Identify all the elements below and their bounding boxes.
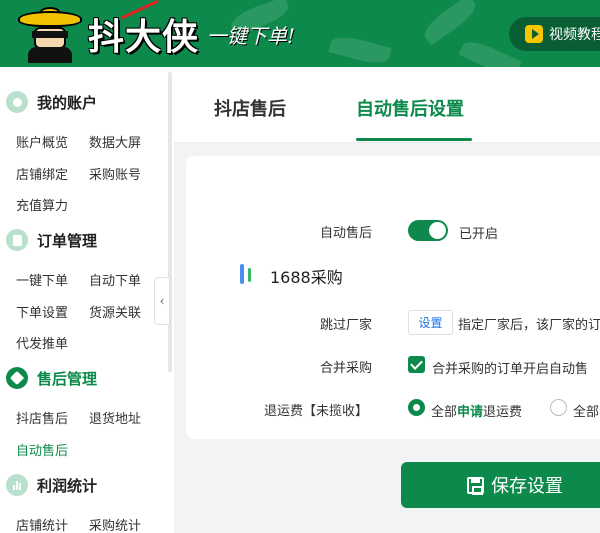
- auto-aftersale-status: 已开启: [459, 227, 499, 242]
- sidebar-group-label: 售后管理: [37, 369, 98, 388]
- logo-text: 抖大侠: [88, 16, 200, 58]
- sidebar-group-profit[interactable]: 利润统计: [6, 474, 97, 496]
- sidebar-collapse-button[interactable]: ‹: [154, 277, 170, 325]
- sidebar-item-shop-binding[interactable]: 店铺绑定: [16, 164, 68, 183]
- merge-purchase-label: 合并采购: [320, 361, 373, 376]
- skip-vendor-description: 指定厂家后，该厂家的订: [458, 318, 600, 333]
- order-icon: [6, 229, 28, 251]
- sidebar-item-data-screen[interactable]: 数据大屏: [89, 132, 141, 151]
- save-settings-label: 保存设置: [491, 476, 563, 497]
- settings-card: [186, 156, 600, 439]
- user-icon: [6, 91, 28, 113]
- sidebar-item-purchase-stats[interactable]: 采购统计: [89, 515, 141, 533]
- section-title-1688: 1688采购: [270, 268, 343, 287]
- app-window: 抖大侠 一键下单! 视频教程 我的账户 账户概览 数据大屏 店铺绑定 采购账号 …: [0, 0, 600, 533]
- merge-purchase-description: 合并采购的订单开启自动售: [432, 362, 589, 377]
- sidebar-item-return-address[interactable]: 退货地址: [89, 408, 141, 427]
- sidebar-item-account-overview[interactable]: 账户概览: [16, 132, 68, 151]
- tab-shop-aftersale[interactable]: 抖店售后: [214, 95, 286, 121]
- section-marker: [240, 264, 244, 284]
- save-disk-icon: [467, 476, 484, 495]
- auto-aftersale-toggle[interactable]: [408, 220, 448, 241]
- sidebar-item-dropship-push[interactable]: 代发推单: [16, 333, 68, 352]
- section-marker: [248, 268, 251, 282]
- chevron-left-icon: ‹: [159, 294, 165, 308]
- sidebar-item-auto-aftersale[interactable]: 自动售后: [16, 440, 68, 459]
- logo-slogan: 一键下单!: [207, 23, 296, 48]
- sidebar-item-shop-stats[interactable]: 店铺统计: [16, 515, 68, 533]
- sidebar-item-purchase-account[interactable]: 采购账号: [89, 164, 141, 183]
- sidebar-group-label: 我的账户: [37, 93, 98, 112]
- sidebar-item-source-link[interactable]: 货源关联: [89, 302, 141, 321]
- sidebar-group-label: 利润统计: [37, 476, 98, 495]
- shipping-refund-radio-other[interactable]: [550, 399, 567, 416]
- top-header: 抖大侠 一键下单! 视频教程: [0, 0, 600, 67]
- merge-purchase-checkbox[interactable]: [408, 356, 425, 373]
- brand-logo[interactable]: 抖大侠 一键下单!: [14, 5, 295, 63]
- shipping-refund-label: 退运费【未揽收】: [264, 404, 369, 419]
- sidebar-scrollbar[interactable]: [168, 72, 172, 372]
- video-tutorial-label: 视频教程: [549, 27, 600, 43]
- sidebar-item-one-click-order[interactable]: 一键下单: [16, 270, 68, 289]
- shipping-refund-option-label[interactable]: 全部: [573, 401, 599, 420]
- play-icon: [525, 25, 543, 43]
- sidebar-group-orders[interactable]: 订单管理: [6, 229, 97, 251]
- bamboo-leaf-decoration: [419, 0, 481, 46]
- sidebar-group-aftersale[interactable]: 售后管理: [6, 367, 97, 389]
- ninja-mascot-icon: [14, 5, 86, 63]
- skip-vendor-label: 跳过厂家: [320, 318, 373, 333]
- tab-bar: 抖店售后 自动售后设置: [174, 67, 600, 143]
- sidebar-group-account[interactable]: 我的账户: [6, 91, 97, 113]
- chart-icon: [6, 474, 28, 496]
- bamboo-leaf-decoration: [328, 32, 392, 67]
- sidebar-item-recharge[interactable]: 充值算力: [16, 195, 68, 214]
- shipping-refund-radio-apply-all[interactable]: [408, 399, 425, 416]
- sidebar-item-order-settings[interactable]: 下单设置: [16, 302, 68, 321]
- shipping-refund-option-label[interactable]: 全部申请退运费: [431, 401, 522, 420]
- sidebar-group-label: 订单管理: [37, 231, 98, 250]
- active-tab-indicator: [356, 138, 472, 141]
- skip-vendor-settings-button[interactable]: 设置: [408, 310, 453, 335]
- save-settings-button[interactable]: 保存设置: [401, 462, 600, 508]
- video-tutorial-button[interactable]: 视频教程: [509, 17, 600, 51]
- sidebar-item-auto-order[interactable]: 自动下单: [89, 270, 141, 289]
- tab-auto-aftersale-settings[interactable]: 自动售后设置: [356, 95, 464, 121]
- tag-icon: [6, 367, 28, 389]
- sidebar-item-shop-aftersale[interactable]: 抖店售后: [16, 408, 68, 427]
- auto-aftersale-label: 自动售后: [320, 226, 373, 241]
